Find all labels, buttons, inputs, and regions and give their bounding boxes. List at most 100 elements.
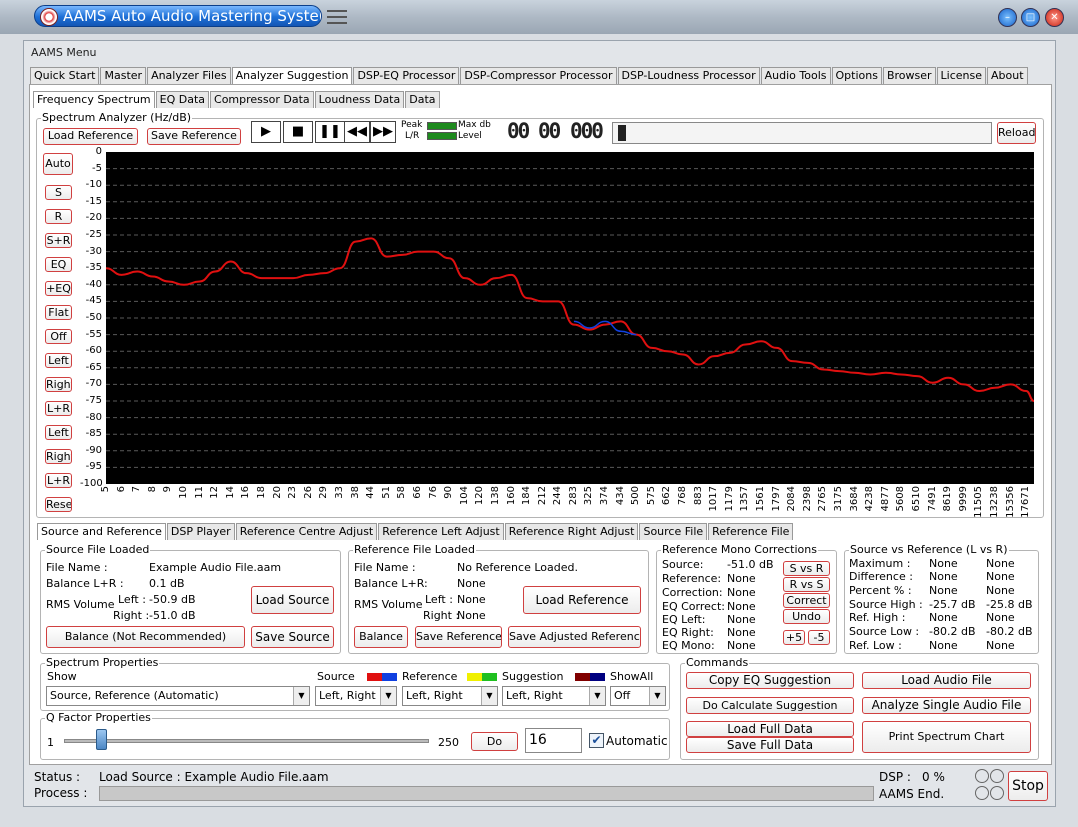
tab-quick-start[interactable]: Quick Start: [30, 67, 100, 84]
correct-button[interactable]: Correct: [783, 593, 830, 608]
show-select[interactable]: Source, Reference (Automatic) ▼: [46, 686, 310, 706]
position-track[interactable]: [612, 122, 992, 144]
tab-loudness-data[interactable]: Loudness Data: [314, 91, 405, 108]
plus-5-button[interactable]: +5: [783, 630, 805, 645]
tab-options[interactable]: Options: [831, 67, 882, 84]
off-button[interactable]: Off: [45, 329, 72, 344]
source-left-value: -50.9 dB: [149, 593, 196, 606]
s-plus-r-button[interactable]: S+R: [45, 233, 72, 248]
x-tick-label: 6510: [911, 486, 923, 512]
print-spectrum-chart-button[interactable]: Print Spectrum Chart: [862, 721, 1031, 753]
tab-audio-tools[interactable]: Audio Tools: [760, 67, 831, 84]
right-button[interactable]: Right: [45, 377, 72, 392]
rewind-icon[interactable]: ◀◀: [344, 121, 370, 143]
tab-master[interactable]: Master: [100, 67, 147, 84]
tab-analyzer-files[interactable]: Analyzer Files: [147, 67, 231, 84]
chevron-down-icon[interactable]: ▼: [589, 687, 605, 705]
tab-analyzer-suggestion[interactable]: Analyzer Suggestion: [231, 67, 353, 84]
reset-button[interactable]: Reset: [45, 497, 72, 512]
do-calculate-suggestion-button[interactable]: Do Calculate Suggestion: [686, 697, 854, 714]
x-tick-label: 13238: [989, 486, 1000, 518]
tab-reference-centre-adjust[interactable]: Reference Centre Adjust: [235, 523, 378, 540]
do-button[interactable]: Do: [471, 732, 518, 751]
tab-reference-left-adjust[interactable]: Reference Left Adjust: [378, 523, 504, 540]
tab-eq-data[interactable]: EQ Data: [155, 91, 210, 108]
r-button[interactable]: R: [45, 209, 72, 224]
pause-icon[interactable]: ❚❚: [315, 121, 345, 143]
tab-source-file[interactable]: Source File: [639, 523, 708, 540]
tab-browser[interactable]: Browser: [882, 67, 936, 84]
tab-about[interactable]: About: [987, 67, 1028, 84]
save-full-data-button[interactable]: Save Full Data: [686, 737, 854, 753]
load-reference-button[interactable]: Load Reference: [43, 128, 138, 145]
source-channel-select[interactable]: Left, Right ▼: [315, 686, 397, 706]
minus-5-button[interactable]: -5: [808, 630, 830, 645]
play-icon[interactable]: ▶: [251, 121, 281, 143]
chevron-down-icon[interactable]: ▼: [293, 687, 309, 705]
x-tick-label: 138: [489, 486, 501, 506]
show-label: Show: [47, 670, 77, 683]
save-source-button[interactable]: Save Source: [251, 626, 334, 648]
tab-data[interactable]: Data: [405, 91, 440, 108]
close-icon[interactable]: ✕: [1045, 8, 1064, 27]
q-value-input[interactable]: 16: [525, 728, 582, 753]
tab-license[interactable]: License: [936, 67, 987, 84]
position-thumb[interactable]: [618, 125, 626, 141]
source-file-name-label: File Name :: [46, 561, 108, 574]
tab-reference-file[interactable]: Reference File: [708, 523, 794, 540]
r-vs-s-button[interactable]: R vs S: [783, 577, 830, 592]
load-source-button[interactable]: Load Source: [251, 586, 334, 614]
save-adjusted-reference-button[interactable]: Save Adjusted Reference: [508, 626, 641, 648]
s-vs-r-button[interactable]: S vs R: [783, 561, 830, 576]
tab-dsp-eq[interactable]: DSP-EQ Processor: [353, 67, 460, 84]
tab-reference-right-adjust[interactable]: Reference Right Adjust: [504, 523, 639, 540]
l-plus-r-2-button[interactable]: L+R: [45, 473, 72, 488]
s-button[interactable]: S: [45, 185, 72, 200]
auto-button[interactable]: Auto: [43, 153, 73, 175]
tab-dsp-loudness[interactable]: DSP-Loudness Processor: [617, 67, 760, 84]
reference-file-name: No Reference Loaded.: [457, 561, 578, 574]
tab-source-reference[interactable]: Source and Reference: [37, 523, 166, 540]
tab-dsp-player[interactable]: DSP Player: [166, 523, 235, 540]
right-2-button[interactable]: Right: [45, 449, 72, 464]
showall-select[interactable]: Off ▼: [610, 686, 666, 706]
plus-eq-button[interactable]: +EQ: [45, 281, 72, 296]
chevron-down-icon[interactable]: ▼: [649, 687, 665, 705]
left-button[interactable]: Left: [45, 353, 72, 368]
reference-channel-select[interactable]: Left, Right ▼: [402, 686, 498, 706]
save-reference-2-button[interactable]: Save Reference: [415, 626, 502, 648]
save-reference-button[interactable]: Save Reference: [147, 128, 241, 145]
analyze-single-audio-file-button[interactable]: Analyze Single Audio File: [862, 697, 1031, 714]
mono-eq-right-value: None: [727, 626, 756, 639]
q-slider-track[interactable]: [64, 739, 429, 743]
chevron-down-icon[interactable]: ▼: [481, 687, 497, 705]
automatic-checkbox[interactable]: ✔: [589, 733, 604, 748]
reload-button[interactable]: Reload: [997, 122, 1036, 144]
balance-button[interactable]: Balance: [354, 626, 408, 648]
tab-dsp-compressor[interactable]: DSP-Compressor Processor: [460, 67, 617, 84]
l-plus-r-button[interactable]: L+R: [45, 401, 72, 416]
copy-eq-suggestion-button[interactable]: Copy EQ Suggestion: [686, 672, 854, 689]
tab-frequency-spectrum[interactable]: Frequency Spectrum: [33, 91, 155, 108]
load-full-data-button[interactable]: Load Full Data: [686, 721, 854, 737]
undo-button[interactable]: Undo: [783, 609, 830, 624]
minimize-icon[interactable]: –: [998, 8, 1017, 27]
left-2-button[interactable]: Left: [45, 425, 72, 440]
suggestion-channel-select[interactable]: Left, Right ▼: [502, 686, 606, 706]
balance-not-recommended-button[interactable]: Balance (Not Recommended): [46, 626, 245, 648]
load-audio-file-button[interactable]: Load Audio File: [862, 672, 1031, 689]
chevron-down-icon[interactable]: ▼: [380, 687, 396, 705]
tab-compressor-data[interactable]: Compressor Data: [210, 91, 314, 108]
x-tick-label: 883: [692, 486, 704, 506]
flat-button[interactable]: Flat: [45, 305, 72, 320]
stop-icon[interactable]: ■: [283, 121, 313, 143]
q-slider-thumb[interactable]: [95, 729, 107, 750]
stop-button[interactable]: Stop: [1008, 771, 1048, 801]
eq-button[interactable]: EQ: [45, 257, 72, 272]
maximize-icon[interactable]: □: [1021, 8, 1040, 27]
hamburger-menu-icon[interactable]: [327, 10, 347, 24]
load-reference-2-button[interactable]: Load Reference: [523, 586, 641, 614]
spectrum-properties-title: Spectrum Properties: [45, 656, 160, 669]
fast-forward-icon[interactable]: ▶▶: [370, 121, 396, 143]
source-balance-value: 0.1 dB: [149, 577, 185, 590]
